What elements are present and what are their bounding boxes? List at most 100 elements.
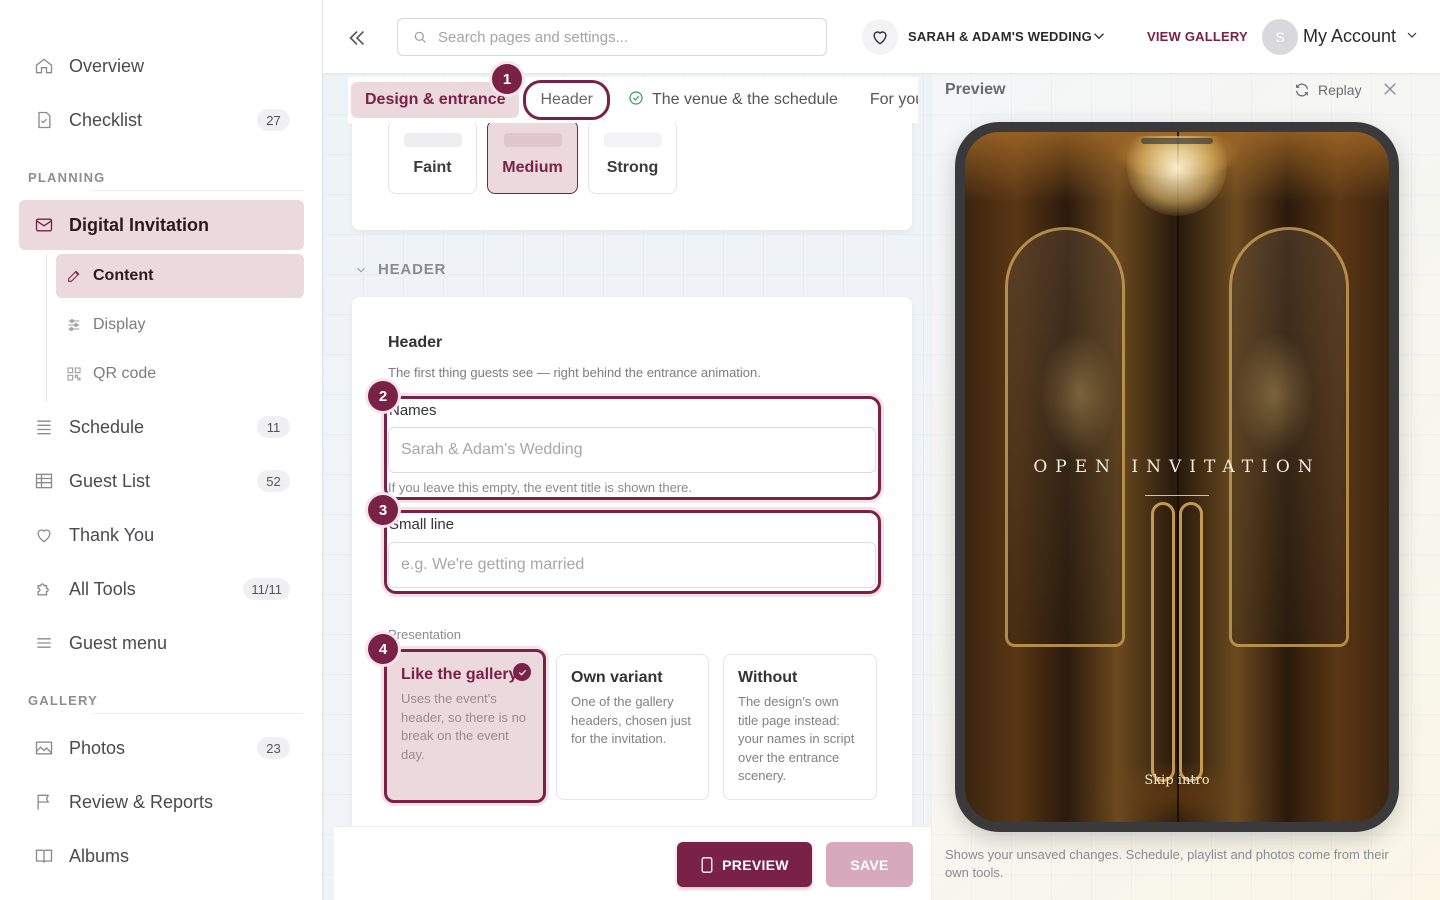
presentation-option-without[interactable]: Without The design's own title page inst… [723, 654, 877, 800]
view-gallery-link[interactable]: VIEW GALLERY [1147, 29, 1248, 44]
names-label: Names [389, 402, 437, 419]
check-circle-icon [628, 90, 652, 111]
count-badge: 11 [257, 416, 290, 438]
presentation-option-own-variant[interactable]: Own variant One of the gallery headers, … [556, 654, 709, 800]
sidebar-subitem-label: QR code [93, 365, 157, 382]
tab-venue-schedule[interactable]: The venue & the schedule [614, 82, 852, 118]
preview-button[interactable]: PREVIEW [677, 842, 812, 887]
phone-icon [701, 856, 713, 873]
skip-intro-link[interactable]: Skip intro [1144, 773, 1209, 788]
option-label: Strong [606, 159, 659, 176]
section-tabs: Design & entrance Header The venue & the… [348, 77, 918, 123]
flag-icon [33, 791, 55, 813]
sidebar-item-label: Digital Invitation [69, 214, 210, 235]
door-arch-right [1229, 227, 1349, 647]
phone-notch [1141, 138, 1213, 144]
save-button[interactable]: SAVE [826, 842, 913, 887]
replay-label: Replay [1318, 82, 1362, 98]
header-section-toggle[interactable]: HEADER [354, 261, 446, 278]
step-marker-1: 1 [492, 64, 522, 94]
chevron-down-icon[interactable] [1090, 27, 1110, 47]
sidebar-item-all-tools[interactable]: All Tools 11/11 [19, 564, 304, 614]
sidebar-item-label: Review & Reports [69, 791, 214, 812]
sidebar-item-label: Guest menu [69, 632, 168, 653]
sidebar-subitem-content[interactable]: Content [56, 254, 304, 298]
preview-title: Preview [945, 81, 1006, 98]
sidebar-item-schedule[interactable]: Schedule 11 [19, 402, 304, 452]
sidebar-item-label: Checklist [69, 109, 143, 130]
sidebar-item-guest-menu[interactable]: Guest menu [19, 618, 304, 668]
phone-preview-frame: OPEN INVITATION Skip intro [955, 122, 1399, 832]
sidebar-item-photos[interactable]: Photos 23 [19, 723, 304, 773]
count-badge: 11/11 [243, 578, 290, 600]
presentation-option-like-gallery[interactable]: Like the gallery Uses the event's header… [384, 649, 546, 803]
option-title: Without [738, 669, 798, 686]
option-label: Faint [413, 159, 452, 176]
checklist-icon [33, 109, 55, 131]
close-icon [1384, 83, 1396, 95]
count-badge: 52 [257, 470, 290, 492]
sidebar-subitem-display[interactable]: Display [56, 303, 304, 347]
replay-button[interactable]: Replay [1294, 82, 1362, 98]
sidebar-item-label: Guest List [69, 470, 151, 491]
small-line-label: Small line [389, 516, 455, 533]
card-title: Header [388, 334, 443, 351]
sidebar-item-checklist[interactable]: Overview Checklist 27 [19, 95, 304, 145]
intensity-option-medium[interactable]: Medium [487, 120, 578, 194]
pattern-swatch [503, 133, 562, 147]
sidebar-subitem-qr-code[interactable]: QR code [56, 352, 304, 396]
section-title: HEADER [378, 261, 447, 278]
refresh-icon [1296, 83, 1308, 97]
chandelier [1127, 136, 1227, 216]
tab-for-your-guests[interactable]: For your gu [856, 82, 918, 118]
sidebar-item-albums[interactable]: Albums [19, 831, 304, 881]
intensity-option-strong[interactable]: Strong [588, 120, 677, 194]
option-description: One of the gallery headers, chosen just … [571, 694, 691, 746]
table-icon [33, 470, 55, 492]
divider [1145, 495, 1209, 496]
sidebar-subitem-label: Display [93, 316, 146, 333]
names-input[interactable] [388, 427, 876, 473]
count-badge: 23 [257, 737, 290, 759]
menu-icon [33, 632, 55, 654]
intensity-option-faint[interactable]: Faint [388, 120, 477, 194]
small-line-input[interactable] [388, 542, 876, 588]
search-box[interactable] [397, 18, 827, 56]
sidebar-item-label: All Tools [69, 578, 136, 599]
open-invitation-button[interactable]: OPEN INVITATION [965, 457, 1389, 477]
option-title: Own variant [571, 669, 663, 686]
chevron-down-icon [357, 267, 365, 272]
sidebar: Overview Overview Checklist 27 PLANNING … [0, 0, 323, 900]
qr-icon [66, 365, 84, 383]
event-selector[interactable]: SARAH & ADAM'S WEDDING [908, 29, 1092, 44]
door-handle-right [1179, 502, 1203, 782]
home-icon [33, 55, 55, 77]
sidebar-item-review-reports[interactable]: Review & Reports [19, 777, 304, 827]
heart-icon [33, 524, 55, 546]
divider [92, 190, 303, 191]
pattern-swatch [603, 133, 662, 147]
avatar[interactable]: S [1262, 19, 1298, 55]
step-marker-4: 4 [368, 634, 398, 664]
sidebar-item-guest-list[interactable]: Guest List 52 [19, 456, 304, 506]
collapse-sidebar-button[interactable] [343, 24, 371, 52]
sidebar-item-overview[interactable]: Overview [19, 41, 304, 91]
divider [92, 713, 303, 714]
account-menu[interactable]: My Account [1303, 26, 1396, 47]
tab-header[interactable]: Header [523, 80, 610, 120]
sidebar-item-label: Schedule [69, 416, 145, 437]
close-preview-button[interactable] [1381, 80, 1401, 100]
sidebar-item-label: Thank You [69, 524, 155, 545]
sidebar-item-digital-invitation[interactable]: Digital Invitation [19, 200, 304, 250]
double-chevron-left-icon [349, 30, 365, 46]
step-marker-3: 3 [368, 495, 398, 525]
chevron-down-icon[interactable] [1404, 27, 1422, 45]
button-label: PREVIEW [722, 856, 789, 873]
door-handle-left [1151, 502, 1175, 782]
submenu-rail [46, 254, 47, 402]
sidebar-item-label: Photos [69, 737, 126, 758]
sidebar-item-thank-you[interactable]: Thank You [19, 510, 304, 560]
edit-icon [66, 267, 84, 285]
book-icon [33, 845, 55, 867]
search-input[interactable] [438, 28, 798, 46]
